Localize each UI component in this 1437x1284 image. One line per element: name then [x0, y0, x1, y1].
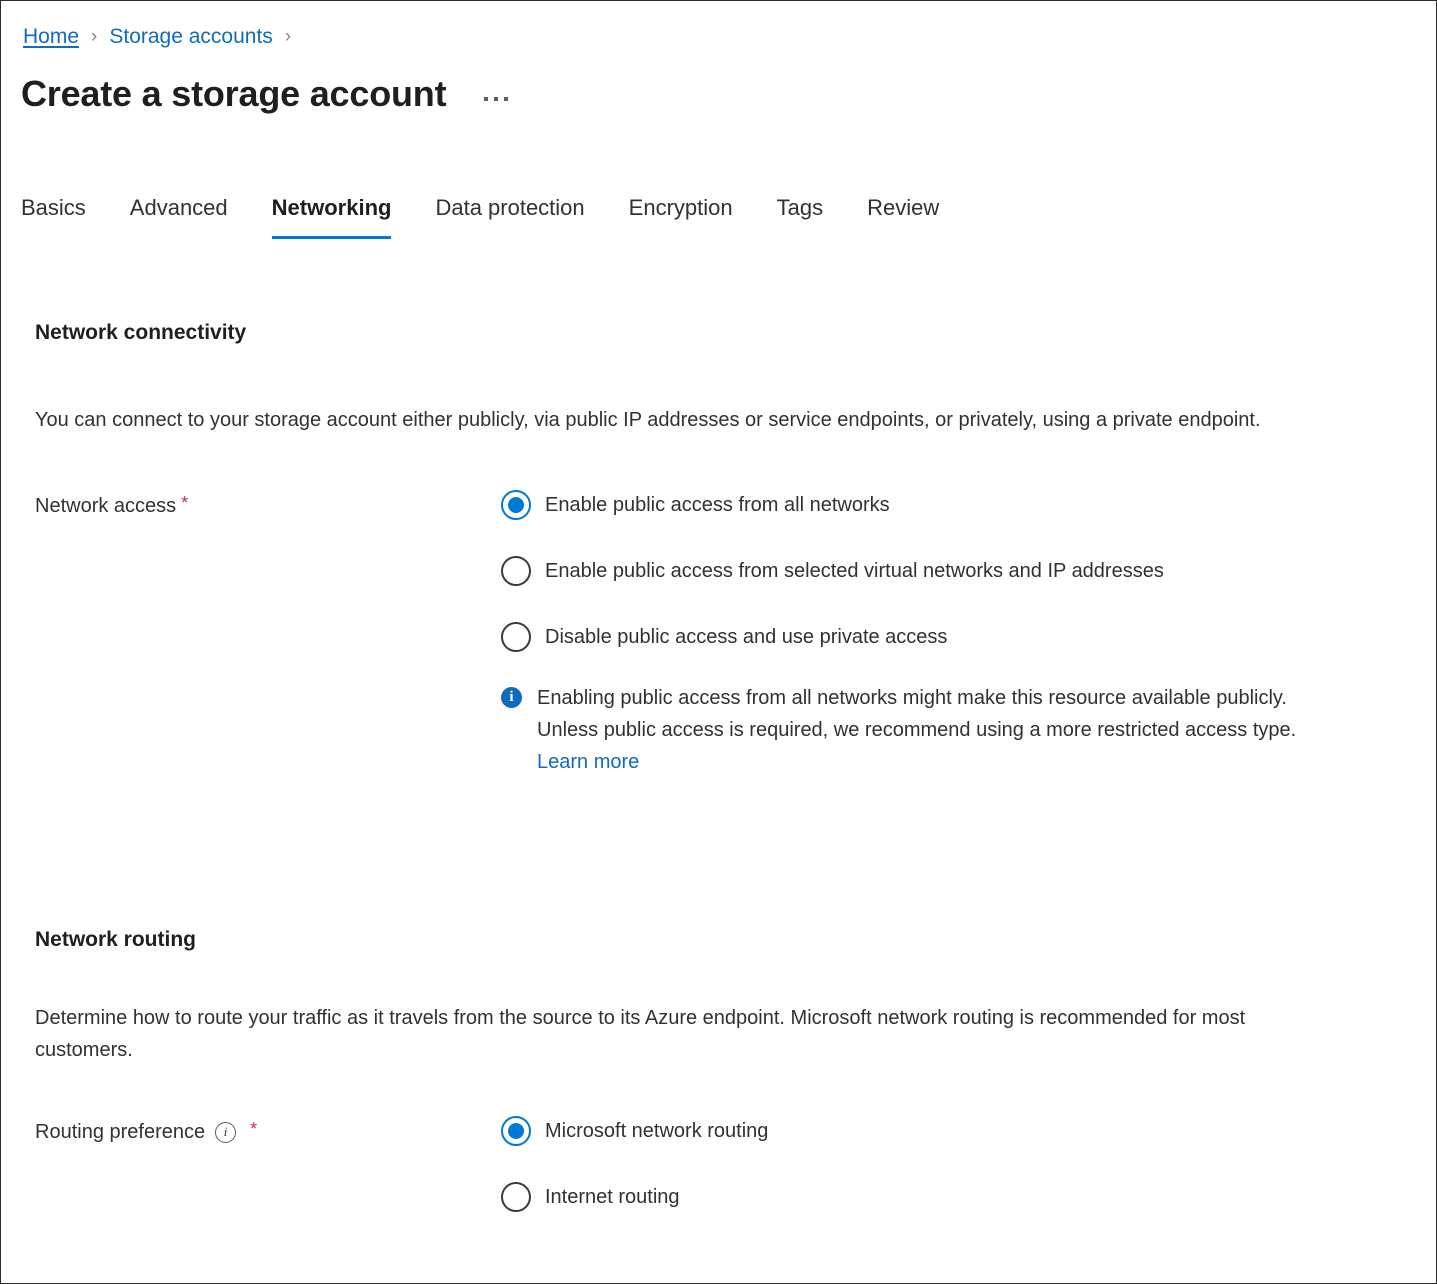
info-message-public-access: i Enabling public access from all networ…	[501, 682, 1396, 778]
create-storage-account-page: Home › Storage accounts › Create a stora…	[0, 0, 1437, 1284]
networking-form: Network connectivity You can connect to …	[35, 319, 1396, 1212]
radio-group-routing-preference: Microsoft network routing Internet routi…	[501, 1116, 1396, 1212]
tab-data-protection[interactable]: Data protection	[435, 193, 584, 239]
radio-internet-routing[interactable]: Internet routing	[501, 1182, 1396, 1212]
ellipsis-dot	[504, 97, 509, 101]
breadcrumb-link-home[interactable]: Home	[23, 23, 79, 51]
radio-mark-icon	[501, 1116, 531, 1146]
ellipsis-dot	[484, 97, 489, 101]
radio-mark-icon	[501, 1182, 531, 1212]
section-heading-network-connectivity: Network connectivity	[35, 321, 247, 344]
radio-label: Enable public access from all networks	[545, 494, 890, 516]
wizard-tabs: Basics Advanced Networking Data protecti…	[21, 193, 939, 239]
breadcrumb-chevron-icon: ›	[284, 26, 292, 47]
learn-more-link[interactable]: Learn more	[537, 751, 639, 773]
radio-enable-public-access-all-networks[interactable]: Enable public access from all networks	[501, 490, 1396, 520]
field-label-text: Network access	[35, 495, 177, 517]
radio-disable-public-access[interactable]: Disable public access and use private ac…	[501, 622, 1396, 652]
ellipsis-dot	[494, 97, 499, 101]
section-heading-network-routing: Network routing	[35, 928, 196, 951]
tab-tags[interactable]: Tags	[777, 193, 823, 239]
section-description-network-connectivity: You can connect to your storage account …	[35, 409, 1261, 431]
tab-basics[interactable]: Basics	[21, 193, 86, 239]
breadcrumb: Home › Storage accounts ›	[23, 23, 303, 51]
breadcrumb-link-storage-accounts[interactable]: Storage accounts	[109, 23, 272, 51]
tab-advanced[interactable]: Advanced	[130, 193, 228, 239]
info-filled-icon: i	[501, 687, 522, 708]
field-label-routing-preference: Routing preference i *	[35, 1116, 501, 1146]
section-description-network-routing: Determine how to route your traffic as i…	[35, 1007, 1246, 1061]
breadcrumb-chevron-icon: ›	[91, 26, 98, 47]
radio-mark-icon	[501, 490, 531, 520]
radio-label: Disable public access and use private ac…	[545, 626, 948, 648]
page-title-row: Create a storage account	[21, 69, 512, 119]
info-outline-icon[interactable]: i	[215, 1121, 237, 1143]
required-asterisk: *	[181, 493, 189, 513]
field-routing-preference: Routing preference i * Microsoft network…	[35, 1116, 1396, 1212]
radio-label: Internet routing	[545, 1186, 680, 1208]
field-label-network-access: Network access *	[35, 490, 501, 520]
required-asterisk: *	[250, 1119, 258, 1139]
tab-review[interactable]: Review	[867, 193, 939, 239]
radio-mark-icon	[501, 556, 531, 586]
field-label-text: Routing preference	[35, 1121, 206, 1143]
info-message-text: Enabling public access from all networks…	[537, 682, 1337, 778]
tab-networking[interactable]: Networking	[271, 193, 391, 239]
more-actions-ellipsis-icon[interactable]	[480, 93, 512, 105]
radio-group-network-access: Enable public access from all networks E…	[501, 490, 1396, 778]
radio-microsoft-network-routing[interactable]: Microsoft network routing	[501, 1116, 1396, 1146]
radio-label: Enable public access from selected virtu…	[545, 560, 1164, 582]
radio-label: Microsoft network routing	[545, 1120, 769, 1142]
page-title: Create a storage account	[21, 73, 447, 114]
radio-mark-icon	[501, 622, 531, 652]
info-message-body: Enabling public access from all networks…	[537, 687, 1297, 741]
tab-encryption[interactable]: Encryption	[629, 193, 733, 239]
field-network-access: Network access * Enable public access fr…	[35, 490, 1396, 778]
radio-enable-public-access-selected-networks[interactable]: Enable public access from selected virtu…	[501, 556, 1396, 586]
